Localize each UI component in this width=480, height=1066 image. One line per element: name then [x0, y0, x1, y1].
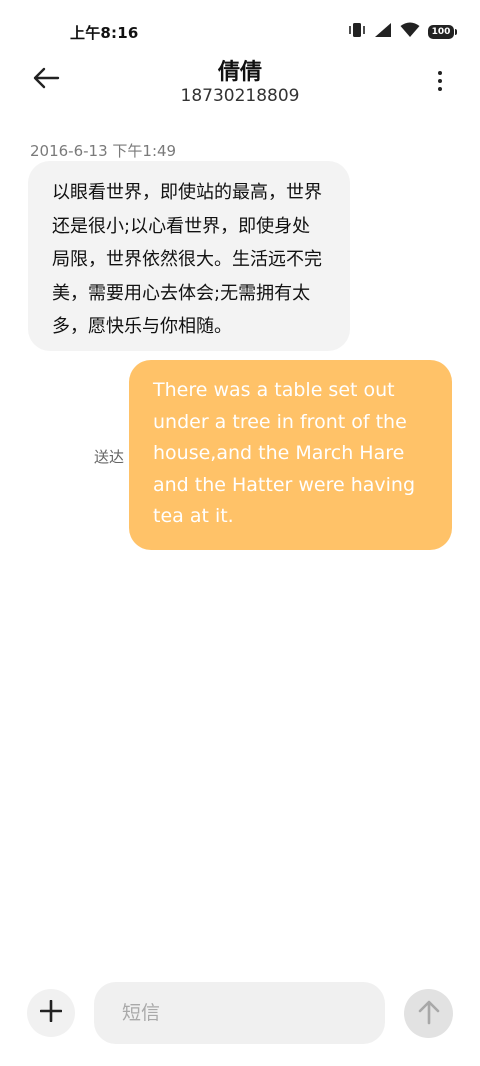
outgoing-message-bubble[interactable]: There was a table set out under a tree i… [129, 360, 452, 550]
message-input-container[interactable] [94, 982, 385, 1044]
plus-icon [39, 999, 63, 1026]
battery-icon: 100 [428, 25, 457, 39]
arrow-up-icon [418, 999, 440, 1029]
send-button[interactable] [404, 989, 453, 1038]
message-timestamp: 2016-6-13 下午1:49 [30, 142, 177, 160]
status-icons: 100 [348, 22, 457, 42]
signal-icon [374, 22, 392, 42]
vibrate-icon [348, 22, 366, 42]
incoming-message-bubble[interactable]: 以眼看世界，即使站的最高，世界还是很小;以心看世界，即使身处局限，世界依然很大。… [28, 161, 350, 351]
conversation-header: 倩倩 18730218809 [0, 52, 480, 112]
more-dot [438, 79, 442, 83]
contact-name: 倩倩 [217, 60, 262, 85]
add-attachment-button[interactable] [27, 989, 75, 1037]
wifi-icon [400, 22, 420, 42]
contact-number: 18730218809 [180, 86, 300, 106]
more-vertical-icon [438, 71, 442, 75]
more-options-button[interactable] [430, 66, 450, 96]
message-input[interactable] [120, 1001, 364, 1025]
more-dot [438, 87, 442, 91]
status-time: 上午8:16 [70, 24, 139, 42]
delivery-status: 送达 [94, 448, 125, 466]
status-bar: 上午8:16 100 [0, 0, 480, 56]
